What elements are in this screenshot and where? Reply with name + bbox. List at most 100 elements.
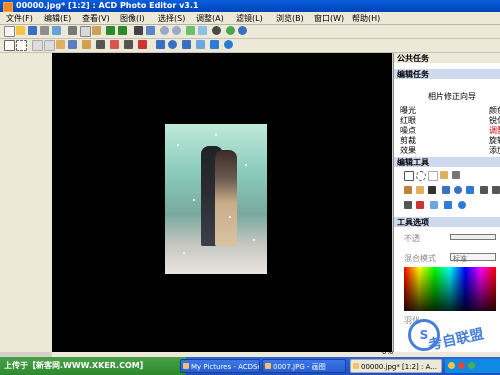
redo-icon[interactable] — [118, 26, 127, 35]
new-icon[interactable] — [4, 26, 15, 37]
fill-icon[interactable] — [196, 40, 205, 49]
photo-image[interactable] — [165, 124, 267, 274]
site-watermark: S 考自联盟 — [408, 307, 494, 357]
help-icon[interactable] — [238, 26, 247, 35]
task-photo-editor-label: 00000.jpg* [1:2] : A... — [361, 363, 437, 371]
paste-icon[interactable] — [92, 26, 101, 35]
tray-icon[interactable] — [448, 362, 455, 369]
tray-icon[interactable] — [468, 362, 475, 369]
app-icon — [3, 2, 13, 12]
menu-browse[interactable]: 浏览(B) — [276, 13, 304, 24]
tool-select-icon[interactable] — [404, 171, 414, 181]
tray-icon[interactable] — [458, 362, 465, 369]
task-acdsee[interactable]: My Pictures - ACDSe... — [180, 359, 260, 373]
marquee-icon[interactable] — [44, 40, 55, 51]
ellipse-icon[interactable] — [168, 40, 177, 49]
snowflake — [245, 164, 247, 166]
rotate-icon[interactable] — [146, 26, 155, 35]
select-icon[interactable] — [4, 40, 15, 51]
open-icon[interactable] — [16, 26, 25, 35]
eraser-icon[interactable] — [82, 40, 91, 49]
tool-lasso-icon[interactable] — [416, 171, 426, 181]
rectangle-icon[interactable] — [156, 40, 165, 49]
task-effects[interactable]: 效果 — [400, 145, 416, 156]
acdsee-icon — [183, 363, 189, 369]
menu-window[interactable]: 窗口(W) — [314, 13, 344, 24]
filter-icon[interactable] — [226, 26, 235, 35]
section-tool-options[interactable]: 工具选项 — [394, 217, 500, 227]
tool-eraser-icon[interactable] — [416, 186, 424, 194]
taskbar: 上传于【新客网.WWW.XKER.COM】 My Pictures - ACDS… — [0, 357, 500, 375]
cut-icon[interactable] — [68, 26, 77, 35]
window-title: 00000.jpg* [1:2] : ACD Photo Editor v3.1 — [16, 1, 199, 10]
upload-banner: 上传于【新客网.WWW.XKER.COM】 — [0, 357, 186, 375]
section-edit-tasks[interactable]: 编辑任务 — [394, 69, 500, 79]
menu-adjust[interactable]: 调整(A) — [196, 13, 224, 24]
photo-fix-wizard-link[interactable]: 相片修正向导 — [428, 91, 476, 102]
tool-dropper-icon[interactable] — [492, 186, 500, 194]
tool-fill-icon[interactable] — [430, 201, 438, 209]
sharpen-icon[interactable] — [210, 40, 219, 49]
brush-icon[interactable] — [56, 40, 65, 49]
snowflake — [177, 144, 179, 146]
tool-redeye-icon[interactable] — [416, 201, 424, 209]
actual-size-icon[interactable] — [198, 26, 207, 35]
tools-toolbar — [0, 39, 500, 53]
clone-icon[interactable] — [110, 40, 119, 49]
text-icon[interactable] — [124, 40, 133, 49]
menu-view[interactable]: 查看(V) — [82, 13, 110, 24]
tool-crop-icon[interactable] — [452, 171, 460, 179]
status-zoom: 0% — [382, 348, 394, 356]
photo-figure-woman — [215, 150, 237, 246]
opacity-slider[interactable] — [450, 234, 496, 240]
title-bar: 00000.jpg* [1:2] : ACD Photo Editor v3.1 — [0, 0, 500, 12]
fit-icon[interactable] — [186, 26, 195, 35]
print-icon[interactable] — [40, 26, 49, 35]
tool-line-icon[interactable] — [428, 186, 436, 194]
menu-help[interactable]: 帮助(H) — [352, 13, 380, 24]
task-paint-label: 0007.JPG - 画图 — [273, 363, 326, 371]
pencil-icon[interactable] — [68, 40, 77, 49]
menu-select[interactable]: 选择(S) — [158, 13, 185, 24]
tool-polygon-icon[interactable] — [466, 186, 474, 194]
magic-wand-icon[interactable] — [32, 40, 43, 51]
snowflake — [193, 199, 195, 201]
tool-blur-icon[interactable] — [458, 201, 466, 209]
panel-title: 公共任务 — [394, 53, 500, 63]
task-add[interactable]: 添加 — [489, 145, 500, 156]
dropper-icon[interactable] — [138, 40, 147, 49]
task-photo-editor[interactable]: 00000.jpg* [1:2] : A... — [350, 359, 442, 373]
section-edit-tools[interactable]: 编辑工具 — [394, 157, 500, 167]
adjust-icon[interactable] — [212, 26, 221, 35]
polygon-icon[interactable] — [182, 40, 191, 49]
zoom-in-icon[interactable] — [160, 26, 169, 35]
menu-filter[interactable]: 滤镜(L) — [236, 13, 263, 24]
save-icon[interactable] — [28, 26, 37, 35]
task-acdsee-label: My Pictures - ACDSe... — [191, 363, 259, 371]
tool-wand-icon[interactable] — [428, 171, 438, 181]
blend-mode-select[interactable]: 标准 — [450, 253, 496, 263]
crop-icon[interactable] — [134, 26, 143, 35]
tool-text-icon[interactable] — [480, 186, 488, 194]
copy-icon[interactable] — [80, 26, 91, 37]
paint-icon — [265, 363, 271, 369]
scan-icon[interactable] — [52, 26, 61, 35]
tool-ellipse-icon[interactable] — [454, 186, 462, 194]
undo-icon[interactable] — [106, 26, 115, 35]
tool-brush-icon[interactable] — [440, 171, 448, 179]
blur-icon[interactable] — [224, 40, 233, 49]
color-picker[interactable] — [404, 267, 496, 311]
tool-pencil-icon[interactable] — [404, 186, 412, 194]
zoom-out-icon[interactable] — [172, 26, 181, 35]
menu-file[interactable]: 文件(F) — [6, 13, 33, 24]
line-icon[interactable] — [96, 40, 105, 49]
main-toolbar — [0, 25, 500, 39]
lasso-icon[interactable] — [16, 40, 27, 51]
tool-clone-icon[interactable] — [404, 201, 412, 209]
tool-rect-icon[interactable] — [442, 186, 450, 194]
menu-image[interactable]: 图像(I) — [120, 13, 145, 24]
menu-edit[interactable]: 编辑(E) — [44, 13, 71, 24]
snowflake — [229, 216, 231, 218]
tool-sharpen-icon[interactable] — [444, 201, 452, 209]
task-paint[interactable]: 0007.JPG - 画图 — [262, 359, 346, 373]
